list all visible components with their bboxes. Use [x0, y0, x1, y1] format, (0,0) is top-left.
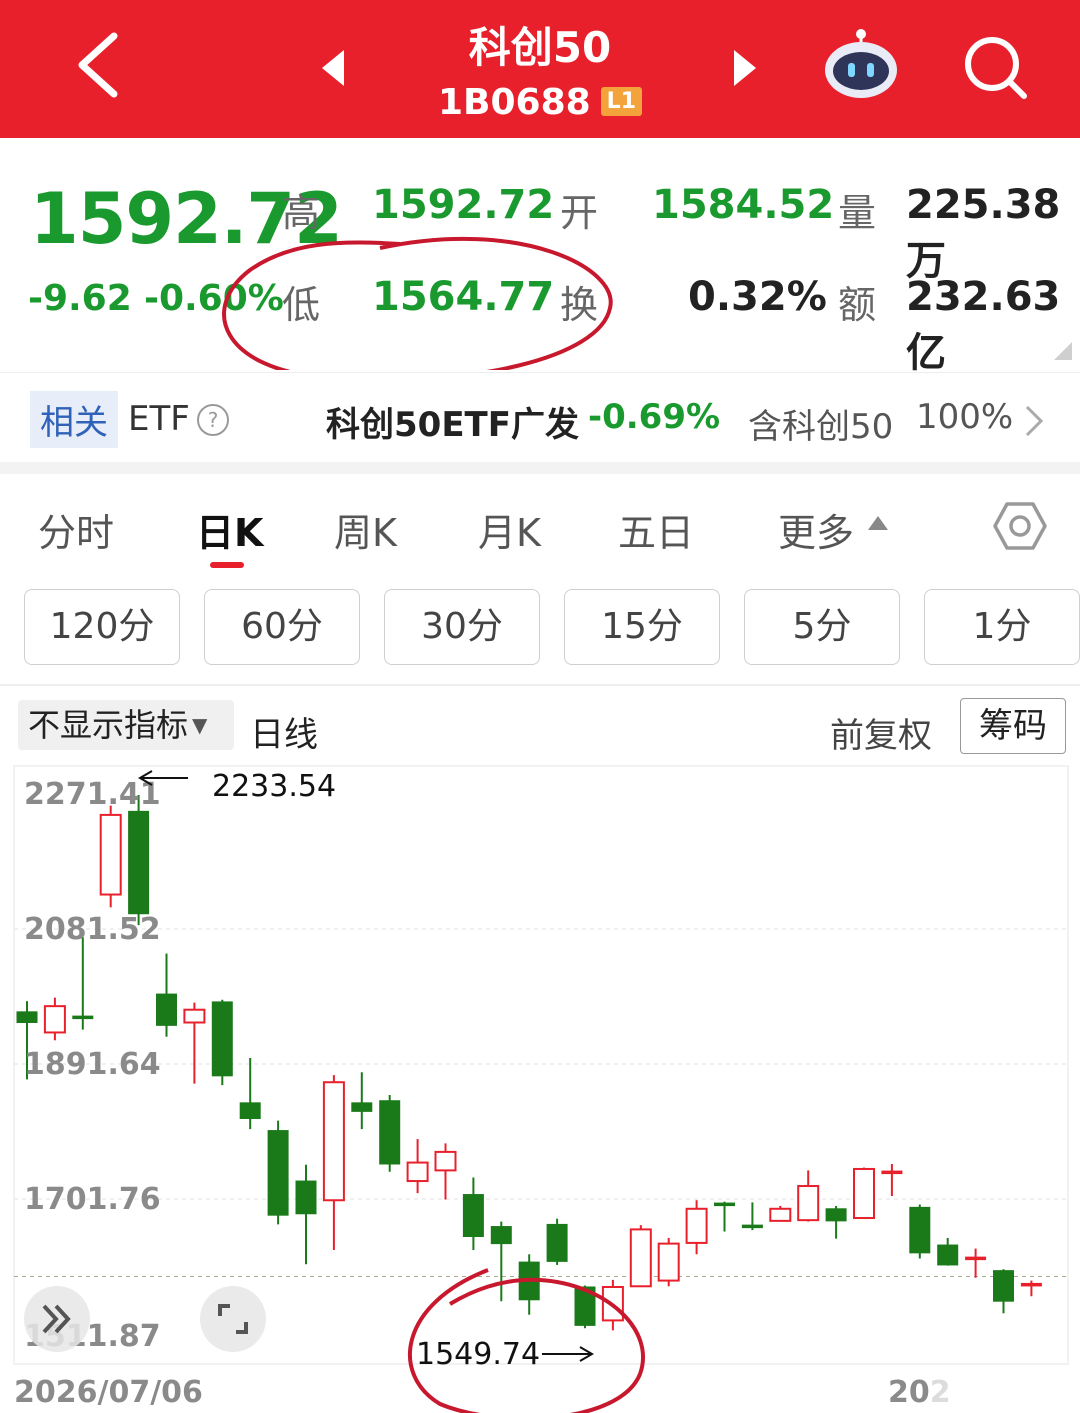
help-icon[interactable]: ?	[196, 403, 230, 437]
candle-body-down	[965, 1256, 987, 1261]
tab-monthly-k[interactable]: 月K	[478, 502, 541, 557]
candle-body-up	[685, 1207, 708, 1244]
period-30min-button[interactable]: 30分	[384, 589, 540, 665]
security-code: 1B0688	[437, 82, 591, 123]
candle-body-up	[769, 1207, 792, 1222]
chevron-right-icon[interactable]	[1022, 403, 1046, 439]
next-arrow-icon[interactable]	[730, 48, 760, 88]
x-axis-start-label: 2026/07/06	[14, 1375, 203, 1410]
candle-body-down	[490, 1226, 512, 1245]
double-chevron-right-icon	[42, 1304, 71, 1334]
y-axis-tick-label: 2081.52	[24, 912, 161, 947]
chart-tabs: 分时 日K 周K 月K 五日 更多	[0, 474, 1080, 578]
period-120min-button[interactable]: 120分	[24, 589, 180, 665]
tab-five-day[interactable]: 五日	[618, 502, 694, 557]
period-60min-button[interactable]: 60分	[204, 589, 360, 665]
high-annotation-label: 2233.54	[212, 769, 336, 804]
candle-body-down	[239, 1102, 261, 1119]
divider-line	[0, 684, 1080, 686]
candle-body-down	[909, 1206, 931, 1254]
search-icon[interactable]	[962, 34, 1030, 102]
candle-body-down	[72, 1015, 94, 1020]
fullscreen-button[interactable]	[200, 1286, 266, 1352]
kline-chart[interactable]: 2271.41 2081.52 1891.64 1701.76 1511.87 2026/…	[0, 764, 1080, 1413]
active-tab-indicator	[210, 562, 244, 568]
tab-more[interactable]: 更多	[778, 502, 854, 557]
candle-body-up	[434, 1150, 457, 1172]
candle-body-down	[825, 1208, 847, 1222]
watermark-overlay	[930, 1374, 1070, 1410]
app-header: 科创50 1B0688 L1	[0, 0, 1080, 138]
page-title: 科创50	[468, 23, 612, 72]
candle-body-down	[741, 1224, 763, 1229]
security-code-row: 1B0688 L1	[0, 82, 1080, 123]
candle-body-down	[881, 1170, 903, 1175]
candle-body-down	[379, 1100, 401, 1165]
etf-contains-label: 含科创50	[748, 407, 894, 447]
candle-body-up	[629, 1228, 652, 1288]
level-badge: L1	[600, 87, 642, 116]
candle-body-down	[937, 1244, 959, 1266]
candle-body-up	[657, 1242, 680, 1282]
robot-assistant-icon[interactable]	[822, 28, 900, 100]
etf-weight: 100%	[916, 397, 1014, 437]
candle-body-down	[295, 1180, 317, 1215]
candle-body-down	[156, 993, 177, 1026]
section-divider	[0, 462, 1080, 474]
candle-body-up	[99, 813, 122, 896]
related-etf-row[interactable]: 相关 ETF ? 科创50ETF广发 -0.69% 含科创50 100%	[0, 372, 1080, 462]
settings-icon[interactable]	[992, 498, 1048, 554]
indicator-label: 不显示指标	[28, 706, 189, 744]
candle-body-down	[128, 810, 150, 915]
candle-body-down	[1020, 1282, 1042, 1287]
candle-body-down	[462, 1194, 484, 1238]
low-annotation-label: 1549.74	[416, 1337, 540, 1372]
line-type-label: 日线	[250, 715, 318, 755]
tab-weekly-k[interactable]: 周K	[334, 502, 397, 557]
candle-body-up	[322, 1081, 345, 1202]
etf-label: ETF	[128, 399, 190, 439]
candle-body-down	[16, 1011, 38, 1024]
candle-body-down	[714, 1202, 735, 1207]
period-15min-button[interactable]: 15分	[564, 589, 720, 665]
candle-body-down	[993, 1270, 1014, 1302]
caret-up-icon[interactable]	[866, 514, 890, 532]
chart-frame	[13, 765, 1069, 1365]
etf-name: 科创50ETF广发	[326, 405, 579, 445]
kline-chart-svg: 2271.412081.521891.641701.761511.872026/…	[13, 765, 1069, 1413]
tab-daily-k[interactable]: 日K	[196, 502, 263, 557]
chip-distribution-button[interactable]: 筹码	[960, 698, 1066, 754]
fullscreen-icon	[218, 1304, 248, 1334]
dropdown-caret-icon: ▼	[192, 713, 208, 737]
tab-intraday[interactable]: 分时	[38, 502, 114, 557]
candle-body-up	[797, 1185, 820, 1222]
svg-text:?: ?	[208, 408, 219, 432]
price-adjust-toggle[interactable]: 前复权	[830, 708, 932, 757]
period-1min-button[interactable]: 1分	[924, 589, 1080, 665]
candle-body-up	[43, 1005, 66, 1034]
expand-sidebar-button[interactable]	[24, 1286, 90, 1352]
y-axis-tick-label: 1891.64	[24, 1047, 161, 1082]
etf-change-pct: -0.69%	[588, 397, 721, 437]
candle-body-up	[183, 1008, 206, 1024]
y-axis-tick-label: 2271.41	[24, 777, 161, 812]
candle-body-down	[211, 1001, 233, 1077]
hand-drawn-circle-annotation	[222, 236, 613, 370]
indicator-dropdown[interactable]: 不显示指标 ▼	[18, 700, 234, 750]
y-axis-tick-label: 1701.76	[24, 1182, 161, 1217]
candle-body-down	[267, 1130, 289, 1216]
candle-body-up	[406, 1161, 429, 1183]
related-tag: 相关	[30, 391, 118, 448]
candle-body-up	[853, 1167, 875, 1220]
candle-body-down	[546, 1223, 568, 1262]
period-5min-button[interactable]: 5分	[744, 589, 900, 665]
quote-panel: 1592.72 -9.62 -0.60% 高 1592.72 开 1584.52…	[0, 138, 1080, 376]
candle-body-down	[351, 1102, 373, 1112]
